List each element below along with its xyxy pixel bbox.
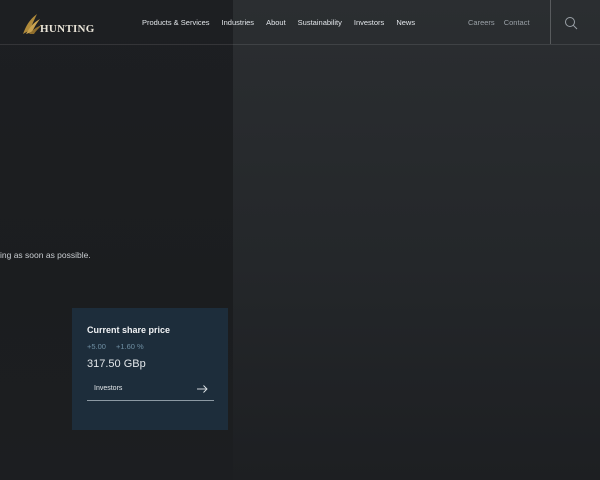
header-divider [550,0,551,44]
nav-industries[interactable]: Industries [222,18,255,27]
background-right-panel [233,0,600,480]
brand-name: HUNTING [40,23,95,35]
share-change-percent: +1.60 % [115,342,144,351]
share-price-change: +5.00 +1.60 % [87,342,144,351]
primary-nav: Products & Services Industries About Sus… [142,0,427,44]
site-header: HUNTING Products & Services Industries A… [0,0,600,45]
nav-sustainability[interactable]: Sustainability [298,18,342,27]
nav-careers[interactable]: Careers [468,18,495,27]
nav-about[interactable]: About [266,18,286,27]
investors-link[interactable]: Investors [87,380,214,401]
nav-products-services[interactable]: Products & Services [142,18,210,27]
share-change-absolute: +5.00 [87,342,106,351]
nav-contact[interactable]: Contact [504,18,530,27]
search-button[interactable] [563,15,579,31]
arrow-right-icon [197,385,208,393]
search-icon [565,17,578,30]
hero-text: ing as soon as possible. [0,250,91,260]
share-price-title: Current share price [87,325,171,335]
brand-logo[interactable]: HUNTING [20,10,95,36]
investors-link-label: Investors [94,385,123,392]
secondary-nav: Careers Contact [468,0,539,44]
nav-investors[interactable]: Investors [354,18,384,27]
share-price-card: Current share price +5.00 +1.60 % 317.50… [72,308,228,430]
nav-news[interactable]: News [396,18,415,27]
share-price-value: 317.50 GBp [87,358,146,370]
